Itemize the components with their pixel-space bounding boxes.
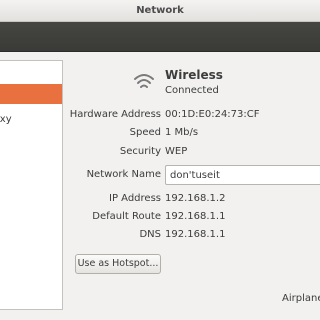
wifi-icon	[134, 74, 154, 88]
speed-value: 1 Mb/s	[165, 127, 199, 138]
ip-address-value: 192.168.1.2	[165, 193, 226, 204]
window-titlebar: Network	[0, 0, 320, 22]
security-value: WEP	[165, 146, 188, 157]
dns-label: DNS	[139, 229, 161, 240]
device-name: Wireless	[165, 68, 223, 82]
use-as-hotspot-button[interactable]: Use as Hotspot...	[75, 254, 161, 274]
network-name-label: Network Name	[86, 169, 161, 180]
hardware-address-label: Hardware Address	[69, 109, 161, 120]
sidebar: oxy	[0, 60, 63, 310]
sidebar-item-wireless[interactable]	[0, 84, 62, 104]
sidebar-item-network-proxy[interactable]: oxy	[0, 111, 62, 131]
device-status: Connected	[165, 85, 219, 96]
dns-value: 192.168.1.1	[165, 229, 226, 240]
hardware-address-value: 00:1D:E0:24:73:CF	[165, 109, 260, 120]
network-name-input[interactable]	[165, 165, 320, 185]
window-title: Network	[136, 5, 184, 16]
default-route-value: 192.168.1.1	[165, 211, 226, 222]
toolbar	[0, 22, 320, 52]
sidebar-item-label: oxy	[0, 114, 12, 125]
default-route-label: Default Route	[92, 211, 161, 222]
security-label: Security	[119, 146, 161, 157]
speed-label: Speed	[129, 127, 161, 138]
airplane-mode-label: Airplane	[282, 293, 320, 304]
ip-address-label: IP Address	[109, 193, 161, 204]
